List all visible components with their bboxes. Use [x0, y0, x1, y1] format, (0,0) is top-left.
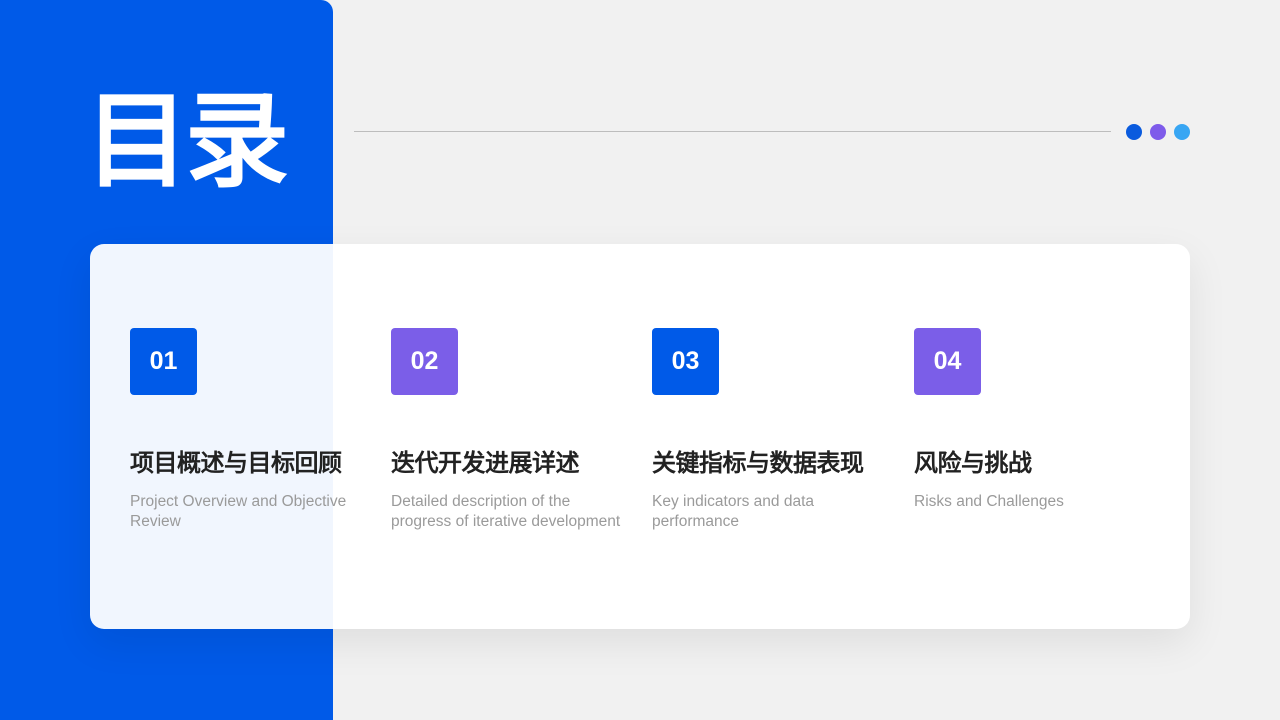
item-title: 关键指标与数据表现 — [652, 449, 864, 477]
item-number-badge: 01 — [130, 328, 197, 395]
item-title: 风险与挑战 — [914, 449, 1032, 477]
item-subtitle: Project Overview and Objective Review — [130, 493, 347, 530]
item-subtitle: Key indicators and data performance — [652, 493, 814, 530]
dot-purple-icon — [1150, 124, 1166, 140]
contents-item-1[interactable]: 01 项目概述与目标回顾 Project Overview and Object… — [130, 328, 375, 532]
item-number-badge: 03 — [652, 328, 719, 395]
dot-lightblue-icon — [1174, 124, 1190, 140]
item-subtitle: Detailed description of the progress of … — [391, 493, 621, 530]
item-title: 项目概述与目标回顾 — [130, 449, 342, 477]
header-divider — [354, 131, 1111, 132]
dot-blue-icon — [1126, 124, 1142, 140]
item-title: 迭代开发进展详述 — [391, 449, 580, 477]
page-title: 目录 — [85, 80, 289, 202]
item-number-badge: 02 — [391, 328, 458, 395]
contents-card: 01 项目概述与目标回顾 Project Overview and Object… — [90, 244, 1190, 629]
contents-item-2[interactable]: 02 迭代开发进展详述 Detailed description of the … — [391, 328, 636, 532]
item-number-badge: 04 — [914, 328, 981, 395]
contents-item-3[interactable]: 03 关键指标与数据表现 Key indicators and data per… — [652, 328, 897, 532]
item-subtitle: Risks and Challenges — [914, 493, 1064, 510]
contents-item-4[interactable]: 04 风险与挑战 Risks and Challenges — [914, 328, 1159, 512]
